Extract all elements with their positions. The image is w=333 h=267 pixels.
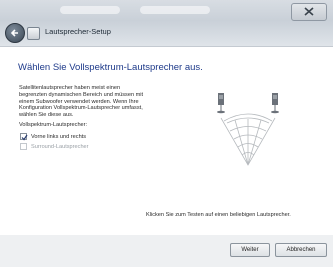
titlebar-highlight <box>140 6 210 14</box>
window-titlebar: Lautsprecher-Setup <box>0 0 333 47</box>
close-button[interactable] <box>291 3 327 21</box>
checkbox[interactable] <box>20 133 28 141</box>
titlebar-highlight <box>60 6 120 14</box>
checkbox-front-left-right[interactable]: Vorne links und rechts <box>20 132 86 141</box>
back-button[interactable] <box>5 23 25 43</box>
speaker-diagram <box>217 93 279 166</box>
checkbox-label: Surround-Lautsprecher <box>31 143 89 150</box>
description-text: Satellitenlautsprecher haben meist einen… <box>19 85 144 119</box>
close-icon <box>304 7 314 16</box>
checkbox-label: Vorne links und rechts <box>31 133 87 140</box>
sound-field-graphic <box>220 113 276 166</box>
cancel-button[interactable]: Abbrechen <box>275 243 327 257</box>
speaker-setup-app-icon <box>27 27 40 40</box>
checkbox <box>20 143 27 150</box>
page-title: Wählen Sie Vollspektrum-Lautsprecher aus… <box>18 62 203 73</box>
back-arrow-icon <box>10 29 18 37</box>
checkbox-surround: Surround-Lautsprecher <box>20 142 89 151</box>
next-button[interactable]: Weiter <box>230 243 270 257</box>
breadcrumb: Lautsprecher-Setup <box>45 27 111 36</box>
fullrange-group-label: Vollspektrum-Lautsprecher: <box>19 122 88 128</box>
checkmark-icon <box>21 134 28 141</box>
front-left-speaker-icon[interactable] <box>217 93 225 114</box>
test-hint-text: Klicken Sie zum Testen auf einen beliebi… <box>146 212 291 218</box>
front-right-speaker-icon[interactable] <box>271 93 279 114</box>
